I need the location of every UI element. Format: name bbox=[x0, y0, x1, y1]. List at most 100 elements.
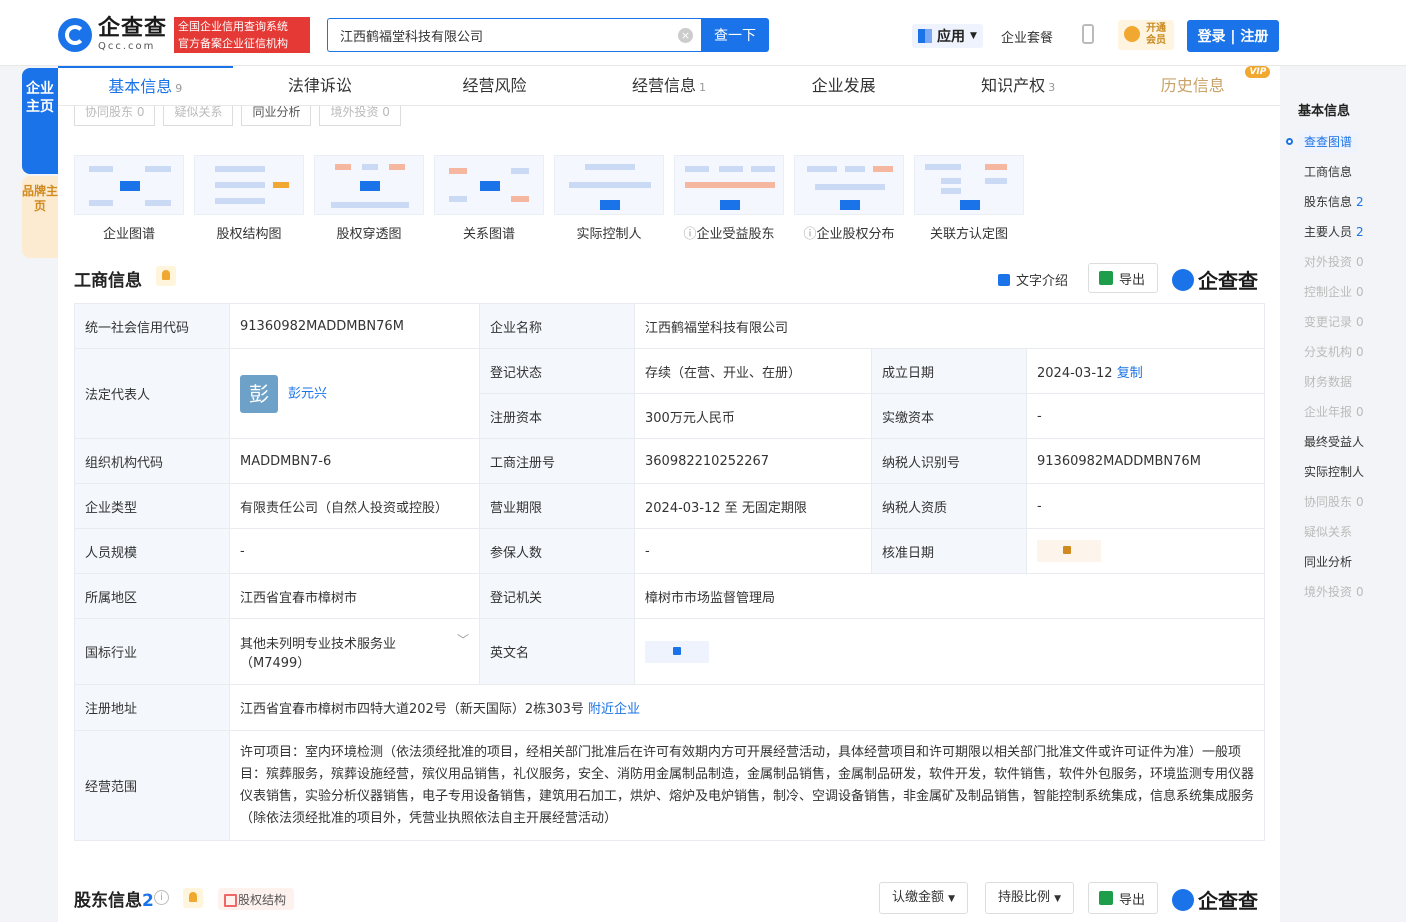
card-label: 股权穿透图 bbox=[336, 227, 402, 242]
tagline-line1: 全国企业信用查询系统 bbox=[178, 20, 288, 33]
tab-ip[interactable]: 知识产权 3 bbox=[931, 66, 1106, 105]
tax-id-value: 91360982MADDMBN76M bbox=[1026, 438, 1265, 484]
anchor-nav-label: 控制企业 bbox=[1304, 285, 1353, 299]
anchor-nav-item[interactable]: 工商信息 bbox=[1304, 157, 1400, 187]
legal-rep-link[interactable]: 彭元兴 bbox=[288, 386, 327, 401]
vip-badge: VIP bbox=[1245, 66, 1271, 78]
legal-rep-cell: 彭彭元兴 bbox=[229, 348, 480, 439]
vip-open-button[interactable]: 开通 会员 bbox=[1118, 20, 1174, 50]
anchor-nav-label: 主要人员 bbox=[1304, 225, 1353, 239]
tab-history[interactable]: 历史信息 VIP bbox=[1105, 66, 1280, 105]
apps-menu[interactable]: 应用 ▼ bbox=[912, 24, 983, 48]
anchor-nav-item[interactable]: 查查图谱 bbox=[1298, 131, 1359, 153]
sub-tabs: 协同股东 0 疑似关系 同业分析 境外投资 0 bbox=[74, 106, 401, 126]
tab-company-home[interactable]: 企业主页 bbox=[22, 68, 58, 174]
shareholder-export-button[interactable]: 导出 bbox=[1088, 882, 1159, 914]
anchor-nav-item[interactable]: 主要人员 2 bbox=[1304, 217, 1400, 247]
doc-icon bbox=[998, 273, 1010, 286]
card-actual-controller[interactable]: 实际控制人 bbox=[554, 155, 664, 242]
bell-icon[interactable] bbox=[156, 266, 176, 286]
table-row: 法定代表人 彭彭元兴 登记状态 存续（在营、开业、在册） 成立日期 2024-0… bbox=[74, 348, 1265, 439]
card-label: ⓘ企业股权分布 bbox=[794, 223, 904, 242]
graph-thumb bbox=[194, 155, 304, 215]
credit-code-value: 91360982MADDMBN76M bbox=[229, 303, 480, 349]
chevron-down-icon[interactable]: ﹀ bbox=[457, 631, 469, 648]
apps-label: 应用 bbox=[937, 29, 965, 45]
text-intro-button[interactable]: 文字介绍 bbox=[998, 270, 1068, 289]
anchor-nav-item[interactable]: 同业分析 bbox=[1304, 547, 1400, 577]
export-button[interactable]: 导出 bbox=[1088, 263, 1159, 293]
tax-id-key: 纳税人识别号 bbox=[871, 438, 1027, 484]
holding-ratio-dropdown[interactable]: 持股比例 ▼ bbox=[985, 882, 1075, 914]
anchor-nav-label: 疑似关系 bbox=[1304, 525, 1353, 539]
equity-structure-link[interactable]: 股权结构 bbox=[218, 888, 295, 910]
info-icon[interactable]: i bbox=[154, 890, 169, 905]
package-link[interactable]: 企业套餐 bbox=[1001, 27, 1053, 46]
graph-thumb bbox=[794, 155, 904, 215]
lock-icon[interactable] bbox=[1037, 540, 1101, 562]
qcc-logo[interactable]: 企查查 Qcc.com bbox=[58, 18, 167, 52]
anchor-nav-item[interactable]: 变更记录 0 bbox=[1304, 307, 1400, 337]
subtab-co-shareholder[interactable]: 协同股东 0 bbox=[74, 106, 156, 126]
card-beneficial-owner[interactable]: ⓘ企业受益股东 bbox=[674, 155, 784, 242]
table-row: 组织机构代码 MADDMBN7-6 工商注册号 360982210252267 … bbox=[74, 438, 1265, 484]
subtab-peer-analysis[interactable]: 同业分析 bbox=[241, 106, 312, 126]
scope-value: 许可项目：室内环境检测（依法须经批准的项目，经相关部门批准后在许可有效期内方可开… bbox=[229, 730, 1265, 841]
tab-development[interactable]: 企业发展 bbox=[756, 66, 931, 105]
card-equity-penetration[interactable]: 股权穿透图 bbox=[314, 155, 424, 242]
nearby-companies-link[interactable]: 附近企业 bbox=[588, 702, 640, 717]
info-icon: ⓘ bbox=[803, 227, 817, 242]
company-type-key: 企业类型 bbox=[74, 483, 230, 529]
graph-thumb bbox=[674, 155, 784, 215]
subtab-suspected[interactable]: 疑似关系 bbox=[163, 106, 234, 126]
phone-icon[interactable] bbox=[1082, 24, 1094, 44]
anchor-nav-item[interactable]: 企业年报 0 bbox=[1304, 397, 1400, 427]
search-box: × bbox=[327, 18, 701, 52]
copy-link[interactable]: 复制 bbox=[1117, 366, 1143, 381]
card-equity-distribution[interactable]: ⓘ企业股权分布 bbox=[794, 155, 904, 242]
anchor-nav-item[interactable]: 控制企业 0 bbox=[1304, 277, 1400, 307]
search-button[interactable]: 查一下 bbox=[701, 18, 769, 52]
company-name-value: 江西鹤福堂科技有限公司 bbox=[634, 303, 1265, 349]
tab-brand-home[interactable]: 品牌主页 bbox=[22, 176, 58, 258]
graph-thumb bbox=[914, 155, 1024, 215]
bell-icon[interactable] bbox=[183, 888, 203, 908]
capital-key: 注册资本 bbox=[479, 393, 635, 439]
card-equity-structure[interactable]: 股权结构图 bbox=[194, 155, 304, 242]
card-relation-graph[interactable]: 关系图谱 bbox=[434, 155, 544, 242]
tab-operation[interactable]: 经营信息 1 bbox=[582, 66, 757, 105]
anchor-nav-count: 0 bbox=[1356, 585, 1364, 599]
anchor-nav-item[interactable]: 实际控制人 bbox=[1304, 457, 1400, 487]
anchor-nav-item[interactable]: 协同股东 0 bbox=[1304, 487, 1400, 517]
anchor-nav-item[interactable]: 财务数据 bbox=[1304, 367, 1400, 397]
tab-basic-info[interactable]: 基本信息 9 bbox=[58, 66, 233, 105]
anchor-nav-item[interactable]: 最终受益人 bbox=[1304, 427, 1400, 457]
clear-icon[interactable]: × bbox=[678, 28, 693, 43]
industry-cell[interactable]: ﹀ 其他未列明专业技术服务业（M7499） bbox=[229, 618, 480, 685]
search-input[interactable] bbox=[328, 19, 658, 51]
insured-value: - bbox=[634, 528, 872, 574]
status-value: 存续（在营、开业、在册） bbox=[634, 348, 872, 394]
scope-key: 经营范围 bbox=[74, 730, 230, 841]
lock-icon[interactable] bbox=[645, 640, 709, 663]
tab-legal[interactable]: 法律诉讼 bbox=[233, 66, 408, 105]
logo-q-icon bbox=[58, 18, 92, 52]
capital-value: 300万元人民币 bbox=[634, 393, 872, 439]
anchor-nav-item[interactable]: 对外投资 0 bbox=[1304, 247, 1400, 277]
anchor-nav-item[interactable]: 境外投资 0 bbox=[1304, 577, 1400, 607]
industry-value: 其他未列明专业技术服务业（M7499） bbox=[240, 636, 397, 671]
login-button[interactable]: 登录 | 注册 bbox=[1187, 20, 1279, 52]
qcc-logo-icon bbox=[1172, 268, 1194, 291]
anchor-nav-item[interactable]: 分支机构 0 bbox=[1304, 337, 1400, 367]
tab-risk[interactable]: 经营风险 bbox=[407, 66, 582, 105]
subscribed-amount-dropdown[interactable]: 认缴金额 ▼ bbox=[879, 882, 969, 914]
anchor-nav-item[interactable]: 股东信息 2 bbox=[1304, 187, 1400, 217]
business-info-table: 统一社会信用代码 91360982MADDMBN76M 企业名称 江西鹤福堂科技… bbox=[74, 303, 1265, 841]
main-panel: 基本信息 9 法律诉讼 经营风险 经营信息 1 企业发展 知识产权 3 历史信息 VIP… bbox=[58, 66, 1280, 922]
card-related-party[interactable]: 关联方认定图 bbox=[914, 155, 1024, 242]
anchor-nav-count: 0 bbox=[1356, 495, 1364, 509]
anchor-nav-label: 分支机构 bbox=[1304, 345, 1353, 359]
subtab-overseas[interactable]: 境外投资 0 bbox=[319, 106, 401, 126]
anchor-nav-item[interactable]: 疑似关系 bbox=[1304, 517, 1400, 547]
card-company-graph[interactable]: 企业图谱 bbox=[74, 155, 184, 242]
